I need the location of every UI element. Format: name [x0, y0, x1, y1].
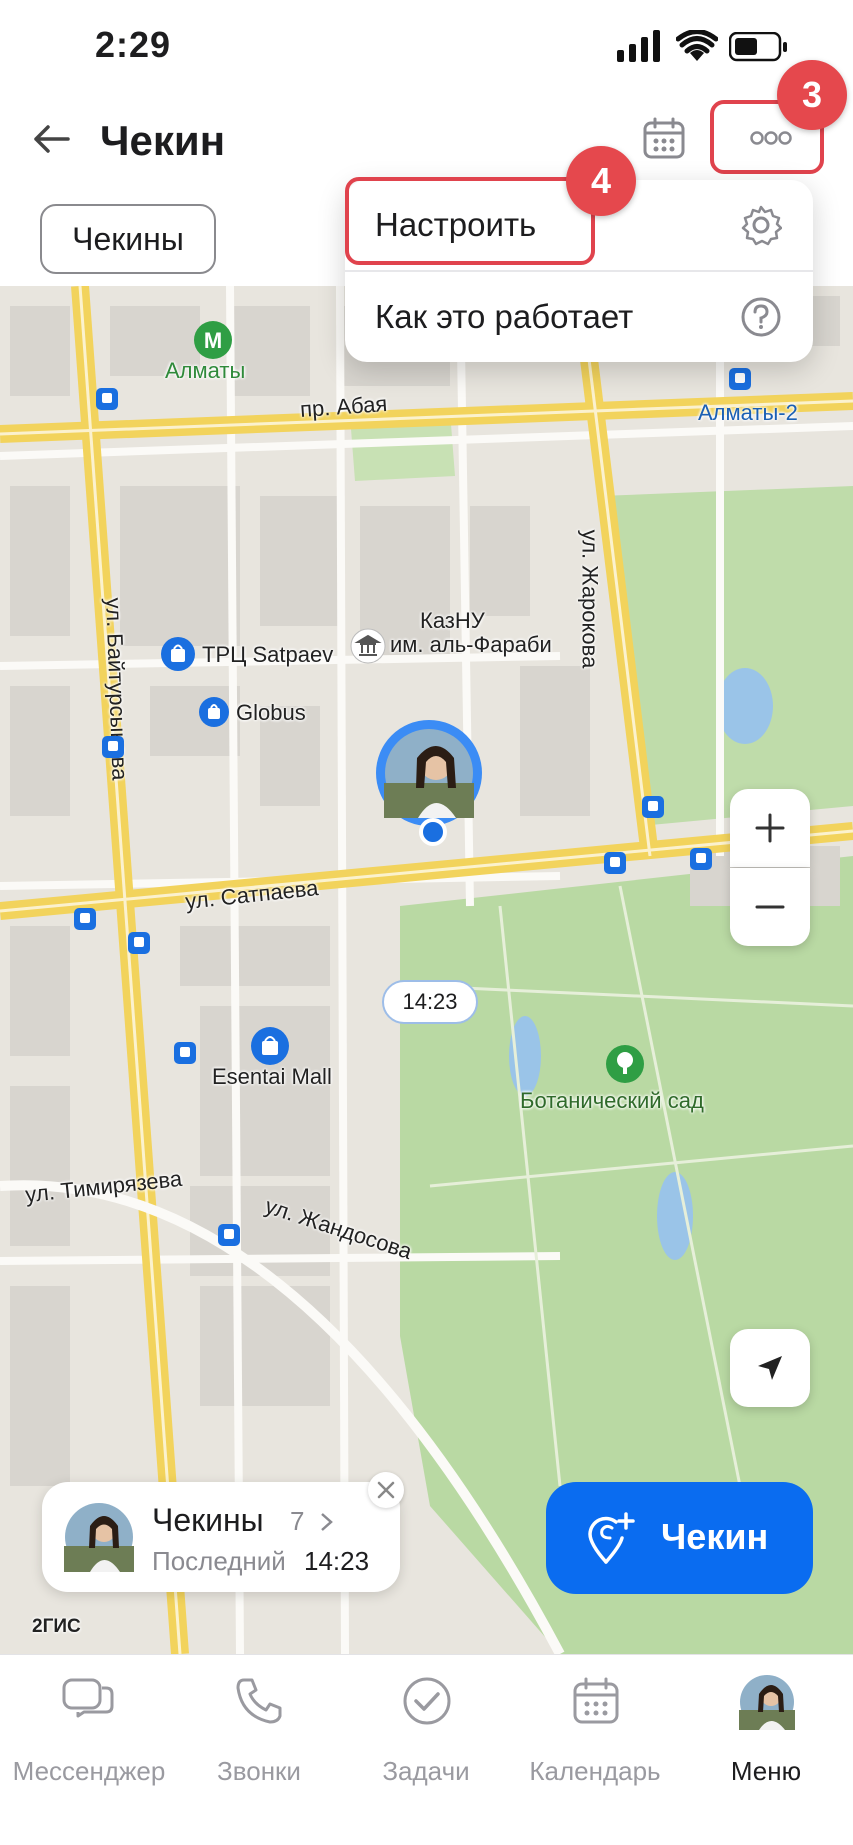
gear-icon: [741, 205, 782, 246]
tab-messenger[interactable]: Мессенджер: [4, 1664, 174, 1786]
svg-text:M: M: [204, 328, 222, 353]
bus-stop-icon: [604, 852, 626, 874]
checkin-button-label: Чекин: [661, 1516, 769, 1557]
zoom-in-button[interactable]: [730, 789, 810, 867]
card-last-label: Последний: [152, 1546, 286, 1576]
question-circle-icon: [741, 297, 781, 337]
location-dot: [419, 818, 447, 846]
card-count: 7: [290, 1506, 305, 1536]
phone-icon: [236, 1678, 282, 1724]
bus-stop-icon: [218, 1224, 240, 1246]
map[interactable]: M Алматы Алматы-2 пр. Абая ул. Жарокова …: [0, 286, 853, 1654]
card-last-time: 14:23: [304, 1546, 370, 1576]
university-icon: [350, 628, 386, 664]
tab-messenger-label: Мессенджер: [12, 1756, 166, 1786]
close-card-button[interactable]: [368, 1472, 404, 1508]
bus-stop-icon: [102, 736, 124, 758]
page-title: Чекин: [100, 117, 226, 164]
add-location-icon: [588, 1512, 635, 1564]
check-circle-icon: [403, 1677, 451, 1725]
avatar: [64, 1503, 134, 1572]
tab-tasks[interactable]: Задачи: [341, 1664, 511, 1786]
bus-stop-icon: [690, 848, 712, 870]
map-label-kaznu2: им. аль-Фараби: [390, 632, 552, 657]
map-label-kaznu: КазНУ: [420, 608, 485, 633]
calendar-icon[interactable]: [643, 117, 685, 159]
map-label-zharokova: ул. Жарокова: [577, 529, 603, 669]
metro-icon: M: [194, 321, 232, 359]
user-avatar: [384, 729, 474, 818]
bus-stop-icon: [174, 1042, 196, 1064]
checkin-button[interactable]: Чекин: [546, 1482, 813, 1594]
map-label-globus: Globus: [236, 700, 306, 725]
avatar: [739, 1675, 795, 1730]
checkins-chip[interactable]: Чекины: [40, 204, 216, 274]
step-badge-3: 3: [777, 60, 847, 130]
back-arrow-icon[interactable]: [32, 124, 70, 154]
menu-item-how-label: Как это работает: [375, 298, 634, 335]
my-location-button[interactable]: [730, 1329, 810, 1407]
map-canvas: [0, 286, 853, 1654]
shopping-icon: [251, 1027, 289, 1065]
card-title: Чекины: [152, 1502, 264, 1538]
bus-stop-icon: [642, 796, 664, 818]
park-icon: [606, 1045, 644, 1083]
minus-icon: [755, 905, 785, 909]
battery-icon: [729, 32, 787, 62]
navigation-arrow-icon: [758, 1356, 782, 1380]
map-label-metro: Алматы: [165, 358, 246, 383]
chevron-right-icon: [321, 1513, 333, 1531]
2gis-logo: 2ГИС: [32, 1616, 81, 1637]
more-dots-icon: [750, 131, 792, 145]
status-time: 2:29: [95, 24, 172, 65]
map-label-station: Алматы-2: [698, 400, 798, 425]
tab-calendar-label: Календарь: [529, 1756, 661, 1786]
close-icon: [377, 1481, 395, 1499]
tab-menu[interactable]: Меню: [681, 1664, 851, 1786]
tab-menu-label: Меню: [730, 1756, 802, 1786]
tab-calls[interactable]: Звонки: [174, 1664, 344, 1786]
wifi-icon: [676, 30, 718, 61]
tab-tasks-label: Задачи: [382, 1756, 470, 1786]
bus-stop-icon: [74, 908, 96, 930]
shopping-icon: [199, 697, 229, 727]
zoom-out-button[interactable]: [730, 868, 810, 946]
chat-icon: [62, 1678, 114, 1718]
settings-highlight: [345, 177, 595, 265]
menu-item-how-it-works[interactable]: Как это работает: [345, 272, 813, 362]
plus-icon: [755, 813, 785, 843]
checkins-card[interactable]: Чекины 7 Последний 14:23: [42, 1482, 400, 1592]
map-label-satpaev-mall: ТРЦ Satpaev: [202, 642, 334, 667]
shopping-icon: [161, 637, 195, 671]
user-location-pin[interactable]: [376, 720, 482, 826]
map-label-botanic: Ботанический сад: [520, 1088, 704, 1113]
bus-stop-icon: [128, 932, 150, 954]
calendar-icon: [573, 1677, 619, 1724]
tab-calls-label: Звонки: [217, 1756, 301, 1786]
pin-time-label: 14:23: [382, 980, 478, 1024]
map-label-esentai: Esentai Mall: [212, 1064, 332, 1089]
tab-calendar[interactable]: Календарь: [510, 1664, 680, 1786]
step-badge-4: 4: [566, 146, 636, 216]
signal-icon: [617, 30, 660, 62]
status-bar: 2:29: [0, 0, 853, 95]
bus-stop-icon: [729, 368, 751, 390]
bus-stop-icon: [96, 388, 118, 410]
